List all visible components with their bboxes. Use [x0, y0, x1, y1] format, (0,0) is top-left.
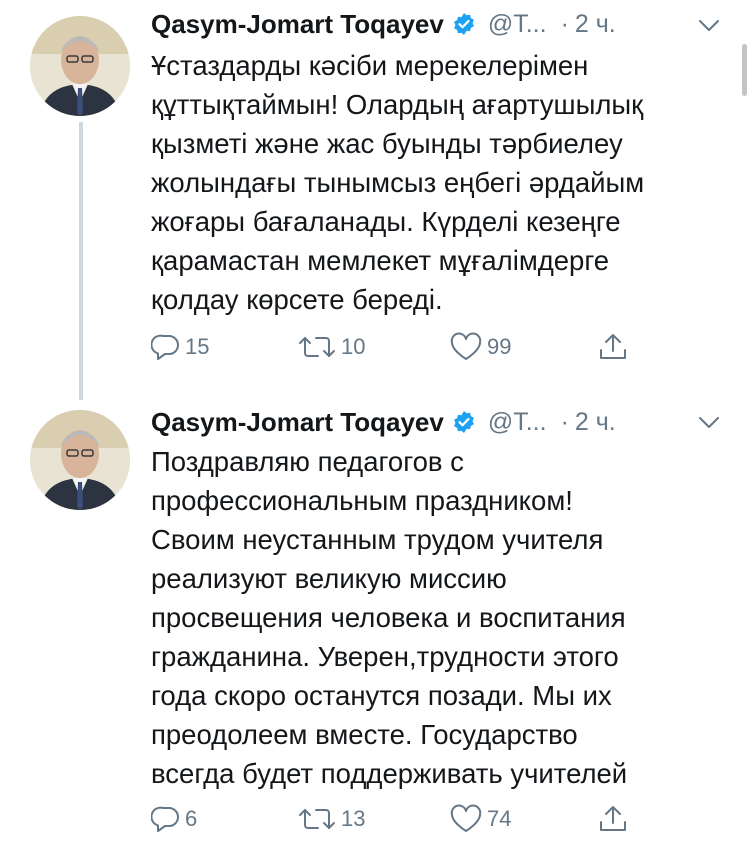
tweet-text: Ұстаздарды кәсіби мерекелерімен құттықта…: [151, 50, 645, 315]
heart-icon: [450, 804, 482, 832]
tweet-text: Поздравляю педагогов с профессиональным …: [151, 446, 628, 789]
avatar-photo: [30, 16, 130, 116]
tweet-time[interactable]: 2 ч.: [575, 10, 616, 39]
separator-dot: ·: [560, 9, 569, 38]
scrollbar[interactable]: [742, 44, 747, 96]
reply-count: 15: [185, 334, 210, 359]
tweet-time[interactable]: 2 ч.: [575, 408, 616, 437]
tweet-header: Qasym-Jomart Toqayev @T... · 2 ч.: [151, 402, 616, 442]
chevron-down-icon[interactable]: [697, 18, 721, 34]
author-name[interactable]: Qasym-Jomart Toqayev: [151, 9, 444, 40]
author-handle[interactable]: @T...: [488, 10, 547, 39]
separator-dot: ·: [560, 407, 569, 436]
thread-line: [79, 122, 83, 400]
reply-button[interactable]: 6: [151, 799, 197, 839]
tweet-header: Qasym-Jomart Toqayev @T... · 2 ч.: [151, 4, 616, 44]
share-button[interactable]: [597, 327, 629, 367]
like-button[interactable]: 99: [449, 327, 511, 367]
reply-icon: [151, 334, 179, 360]
verified-badge-icon: [453, 411, 474, 433]
chevron-down-icon[interactable]: [697, 415, 721, 431]
retweet-icon: [299, 337, 335, 357]
retweet-button[interactable]: 13: [297, 799, 365, 839]
tweet-2[interactable]: Qasym-Jomart Toqayev @T... · 2 ч. Поздра…: [0, 400, 749, 848]
heart-icon: [450, 332, 482, 360]
retweet-button[interactable]: 10: [297, 327, 365, 367]
reply-button[interactable]: 15: [151, 327, 209, 367]
like-count: 99: [487, 334, 512, 359]
avatar[interactable]: [30, 16, 130, 116]
author-name[interactable]: Qasym-Jomart Toqayev: [151, 407, 444, 438]
tweet-actions: 6 13 74: [151, 799, 651, 839]
like-count: 74: [487, 806, 512, 831]
author-handle[interactable]: @T...: [488, 408, 547, 437]
reply-count: 6: [185, 806, 198, 831]
retweet-icon: [299, 809, 335, 829]
avatar-photo: [30, 410, 130, 510]
share-button[interactable]: [597, 799, 629, 839]
verified-badge-icon: [453, 13, 474, 35]
avatar[interactable]: [30, 410, 130, 510]
share-icon: [600, 334, 626, 359]
retweet-count: 13: [341, 806, 366, 831]
like-button[interactable]: 74: [449, 799, 511, 839]
reply-icon: [151, 806, 179, 832]
share-icon: [600, 806, 626, 831]
tweet-actions: 15 10 99: [151, 327, 651, 367]
retweet-count: 10: [341, 334, 366, 359]
tweet-1[interactable]: Qasym-Jomart Toqayev @T... · 2 ч. Ұстазд…: [0, 0, 749, 400]
